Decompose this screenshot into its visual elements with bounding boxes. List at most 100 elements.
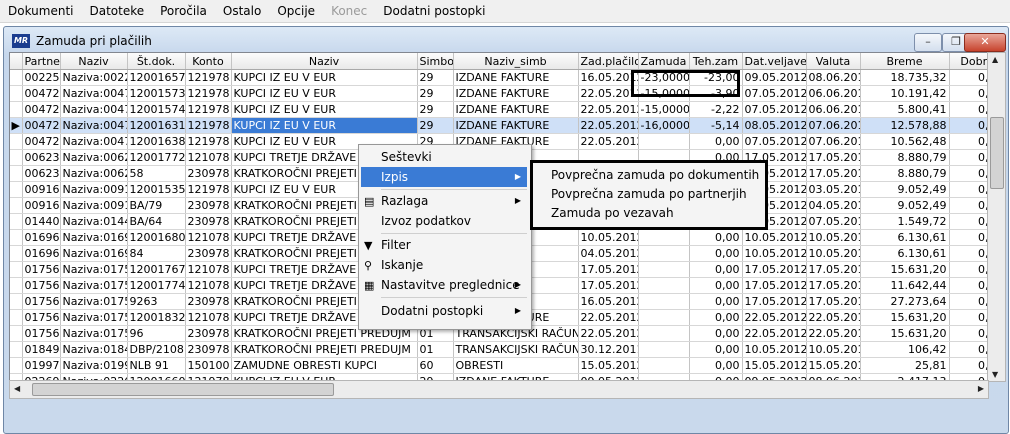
col-header[interactable]: Valuta [806, 53, 861, 70]
table-cell[interactable]: 230978 [185, 213, 232, 230]
table-cell[interactable]: 12001535 [127, 181, 186, 198]
row-indicator[interactable] [10, 85, 23, 102]
col-header[interactable]: Dat.veljave [742, 53, 807, 70]
table-cell[interactable]: 17.05.2012 [806, 277, 861, 294]
table-cell[interactable]: 0,00 [689, 341, 743, 358]
table-cell[interactable]: -15,00000 [638, 101, 690, 118]
table-cell[interactable]: 12.578,88 [860, 117, 950, 134]
table-cell[interactable]: 0,00 [949, 213, 988, 230]
table-cell[interactable]: 0,00 [949, 309, 988, 326]
minimize-button[interactable]: – [914, 33, 942, 52]
table-row[interactable]: 01849Naziva:01849DBP/2108230978KRATKOROČ… [10, 341, 988, 358]
table-cell[interactable]: 01997 [22, 357, 61, 374]
scroll-left-icon[interactable]: ◀ [14, 384, 20, 393]
table-cell[interactable] [638, 325, 690, 342]
table-cell[interactable]: IZDANE FAKTURE [453, 69, 579, 86]
table-cell[interactable]: Naziva:01756 [60, 261, 128, 278]
table-cell[interactable]: 17.05.2012 [742, 261, 807, 278]
row-indicator[interactable] [10, 293, 23, 310]
table-cell[interactable]: 01440 [22, 213, 61, 230]
table-cell[interactable]: 0,00 [949, 133, 988, 150]
table-cell[interactable]: 121078 [185, 261, 232, 278]
table-cell[interactable]: 01756 [22, 309, 61, 326]
table-cell[interactable]: 06.06.2012 [806, 101, 861, 118]
ctx-item-nastavitve[interactable]: ▦ Nastavitve preglednice ▶ [361, 275, 527, 295]
table-cell[interactable]: 5.800,41 [860, 101, 950, 118]
table-cell[interactable]: 10.191,42 [860, 85, 950, 102]
table-cell[interactable]: Naziva:01756 [60, 293, 128, 310]
table-cell[interactable] [638, 309, 690, 326]
table-cell[interactable]: 07.05.2012 [742, 85, 807, 102]
col-header[interactable]: Zamuda [638, 53, 690, 70]
table-cell[interactable]: 0,00 [949, 165, 988, 182]
table-row[interactable]: 00472Naziva:0047212001573121978KUPCI IZ … [10, 85, 988, 102]
table-row[interactable]: ▶00472Naziva:0047212001631121978KUPCI IZ… [10, 117, 988, 134]
table-cell[interactable]: -5,14 [689, 117, 743, 134]
table-cell[interactable]: 03.05.2012 [806, 181, 861, 198]
row-indicator[interactable] [10, 325, 23, 342]
table-cell[interactable]: 01756 [22, 293, 61, 310]
table-cell[interactable]: Naziva:00472 [60, 117, 128, 134]
table-cell[interactable]: 01849 [22, 341, 61, 358]
table-cell[interactable]: 15.05.2012 [578, 357, 639, 374]
vertical-scroll-thumb[interactable] [990, 117, 1004, 189]
table-cell[interactable]: 0,00 [949, 357, 988, 374]
table-cell[interactable]: 0,00 [689, 229, 743, 246]
table-cell[interactable]: 0,00 [949, 149, 988, 166]
table-cell[interactable]: 6.130,61 [860, 245, 950, 262]
table-cell[interactable]: 29 [417, 101, 454, 118]
horizontal-scrollbar[interactable]: ◀ ▶ [9, 380, 989, 399]
table-cell[interactable]: 1.549,72 [860, 213, 950, 230]
table-cell[interactable]: 07.06.2012 [806, 117, 861, 134]
table-cell[interactable]: 121978 [185, 85, 232, 102]
table-cell[interactable]: BA/64 [127, 213, 186, 230]
table-cell[interactable]: 150100 [185, 357, 232, 374]
menu-datoteke[interactable]: Datoteke [81, 0, 152, 22]
submenu-item-po-vezavah[interactable]: Zamuda po vezavah [533, 204, 765, 223]
table-cell[interactable]: 12001573 [127, 85, 186, 102]
row-indicator[interactable] [10, 277, 23, 294]
table-cell[interactable]: 10.562,48 [860, 133, 950, 150]
row-indicator[interactable] [10, 229, 23, 246]
table-cell[interactable]: KUPCI IZ EU V EUR [231, 117, 418, 134]
submenu-item-po-dokumentih[interactable]: Povprečna zamuda po dokumentih [533, 166, 765, 185]
table-cell[interactable] [638, 293, 690, 310]
col-header[interactable]: Teh.zam [689, 53, 743, 70]
table-cell[interactable]: 01756 [22, 325, 61, 342]
table-cell[interactable]: Naziva:01696 [60, 245, 128, 262]
table-cell[interactable]: Naziva:01756 [60, 277, 128, 294]
row-indicator[interactable] [10, 261, 23, 278]
table-row[interactable]: 00225Naziva:0022512001657121978KUPCI IZ … [10, 69, 988, 86]
table-cell[interactable]: 0,00 [949, 261, 988, 278]
table-cell[interactable] [638, 245, 690, 262]
table-cell[interactable]: 12001774 [127, 277, 186, 294]
table-cell[interactable]: 9.052,49 [860, 197, 950, 214]
table-cell[interactable]: 0,00 [689, 133, 743, 150]
table-cell[interactable]: 22.05.2012 [578, 133, 639, 150]
table-cell[interactable]: 00472 [22, 101, 61, 118]
table-cell[interactable]: 17.05.2012 [742, 293, 807, 310]
table-cell[interactable]: 121978 [185, 181, 232, 198]
table-cell[interactable] [638, 357, 690, 374]
table-cell[interactable]: Naziva:00916 [60, 197, 128, 214]
row-indicator[interactable] [10, 245, 23, 262]
table-cell[interactable]: 17.05.2012 [806, 261, 861, 278]
menu-opcije[interactable]: Opcije [269, 0, 323, 22]
table-cell[interactable]: 121978 [185, 117, 232, 134]
table-cell[interactable]: 230978 [185, 245, 232, 262]
table-cell[interactable]: KUPCI IZ EU V EUR [231, 85, 418, 102]
table-cell[interactable]: 0,00 [949, 293, 988, 310]
table-cell[interactable]: 121978 [185, 101, 232, 118]
table-cell[interactable]: 8.880,79 [860, 149, 950, 166]
table-cell[interactable]: 25,81 [860, 357, 950, 374]
table-cell[interactable]: 0,00 [949, 325, 988, 342]
table-cell[interactable]: 121078 [185, 309, 232, 326]
table-cell[interactable]: 12001832 [127, 309, 186, 326]
row-indicator[interactable] [10, 341, 23, 358]
table-cell[interactable]: 00623 [22, 149, 61, 166]
table-cell[interactable]: 12001631 [127, 117, 186, 134]
ctx-item-filter[interactable]: ▼ Filter [361, 235, 527, 255]
table-cell[interactable]: 12001638 [127, 133, 186, 150]
table-cell[interactable]: 11.642,44 [860, 277, 950, 294]
table-cell[interactable]: 8.880,79 [860, 165, 950, 182]
